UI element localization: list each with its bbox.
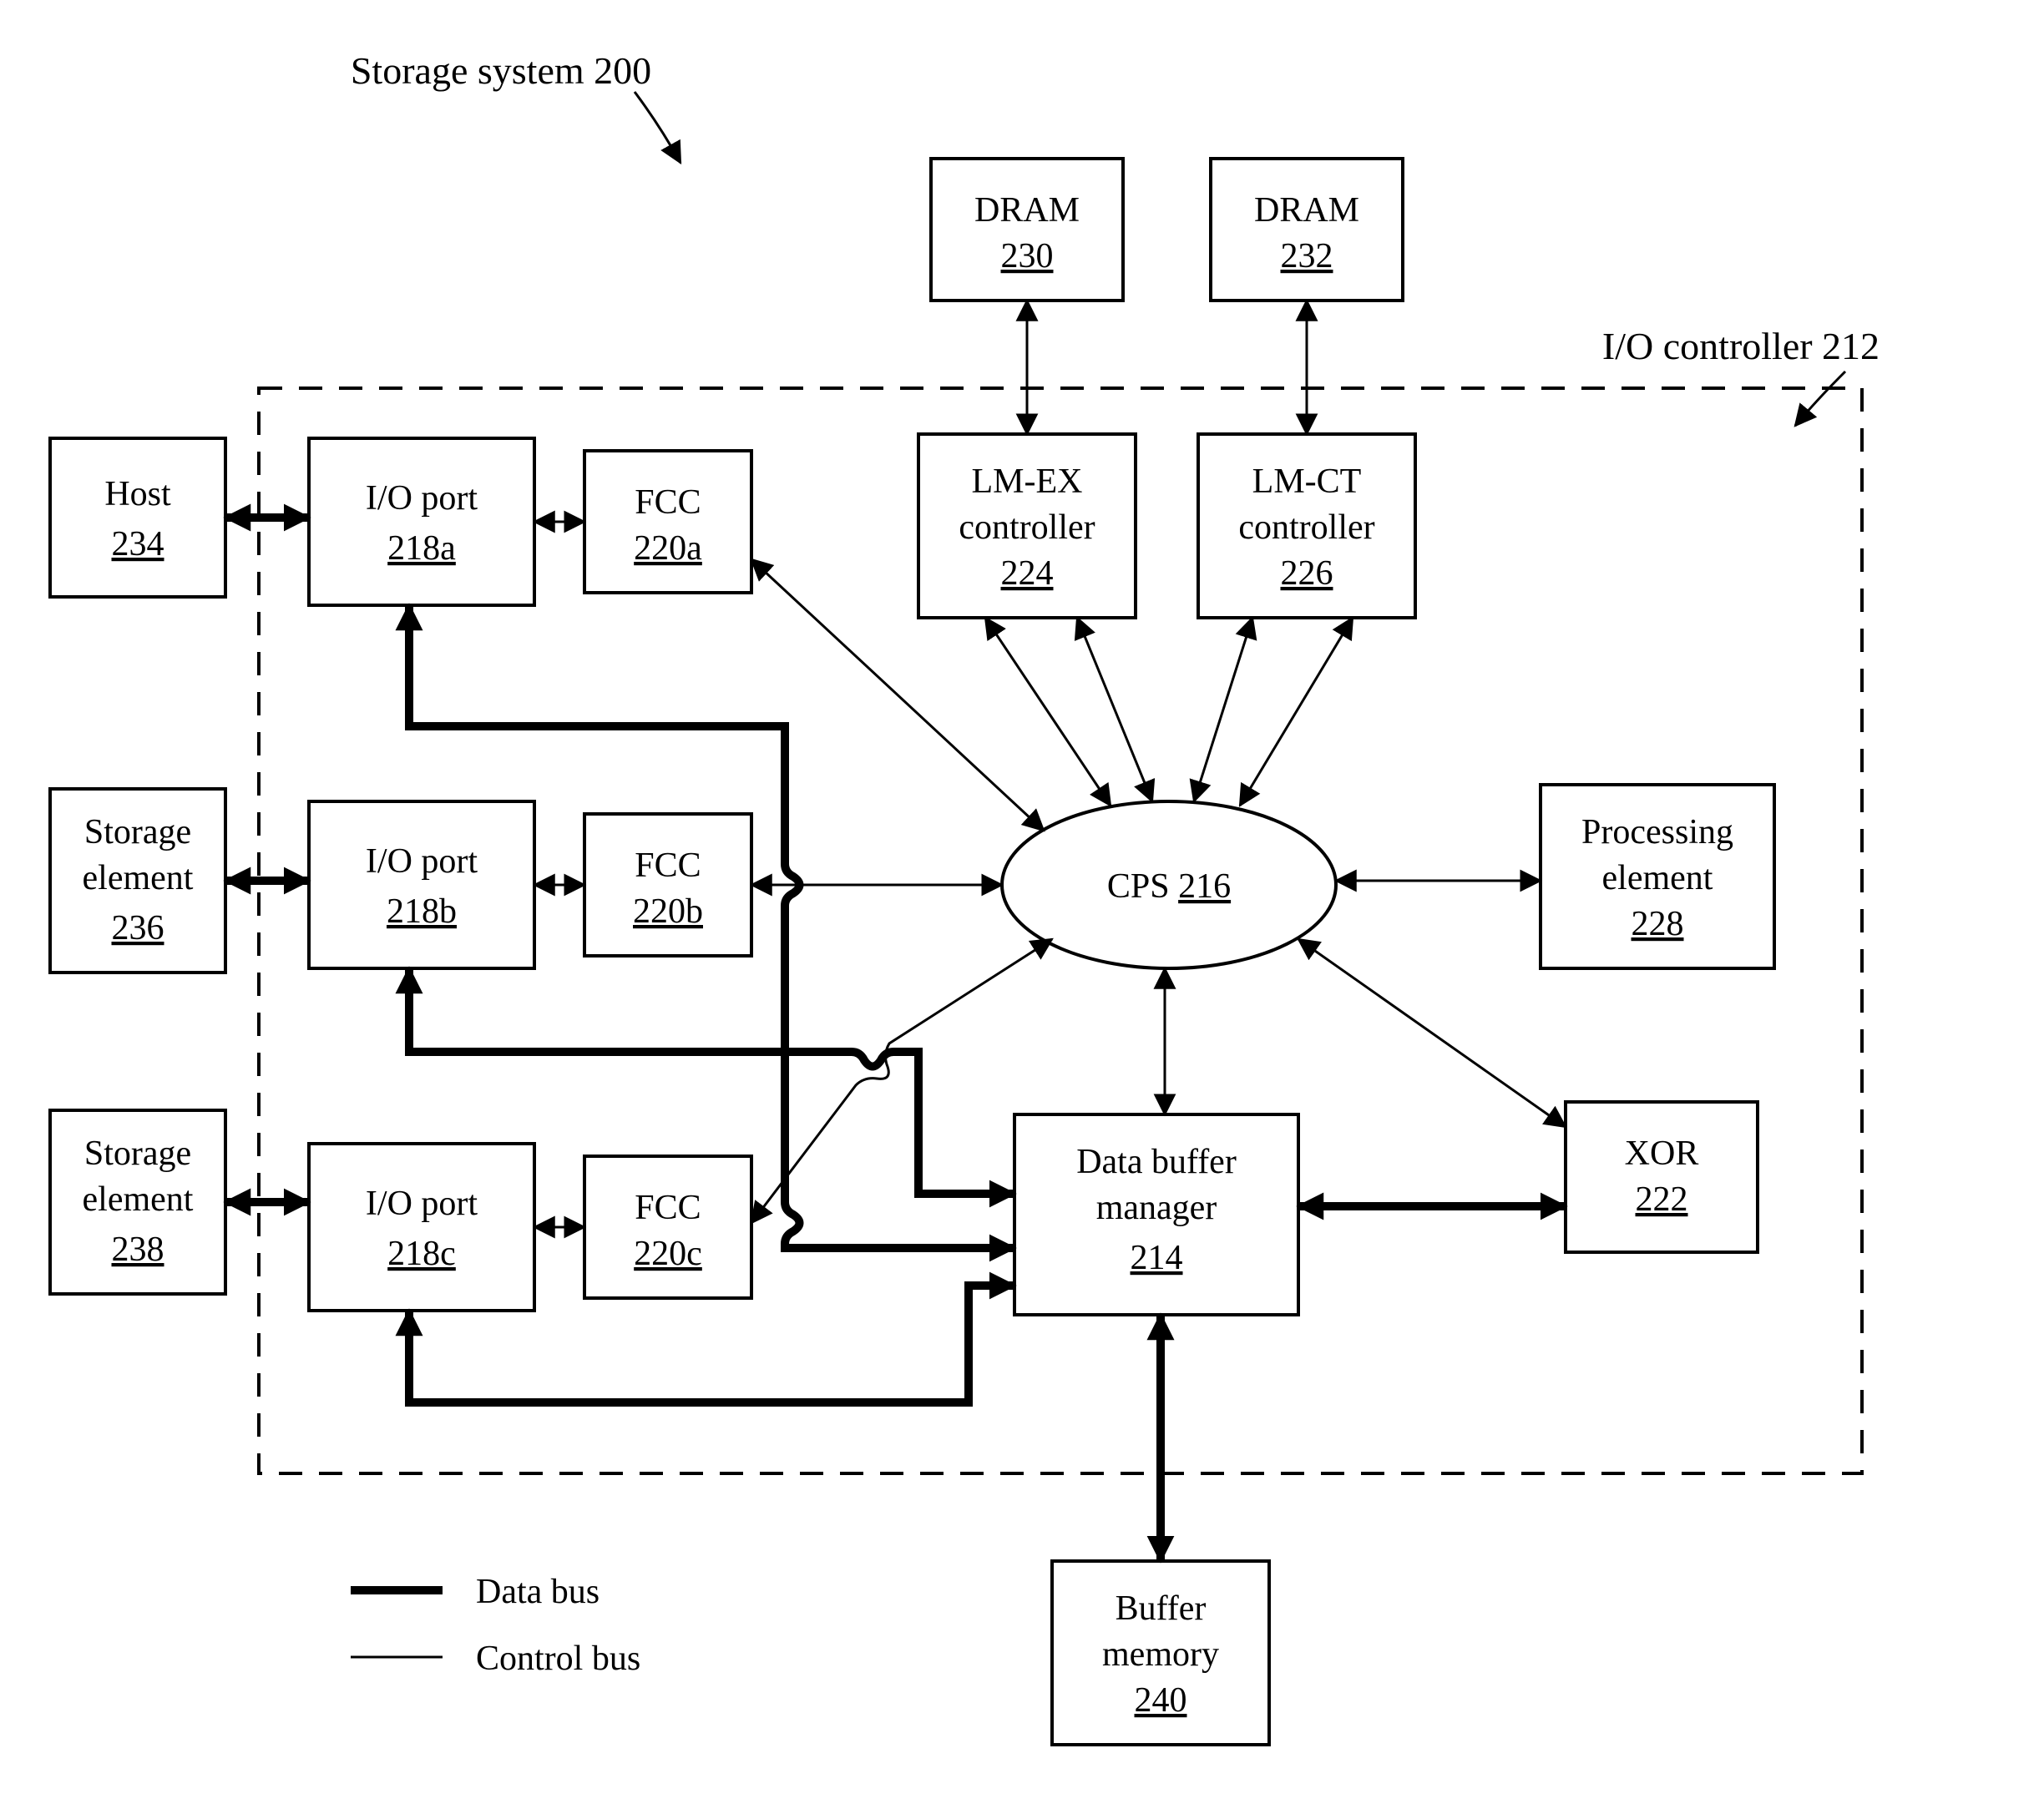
svg-text:230: 230 <box>1001 237 1054 275</box>
dram-1: DRAM 230 <box>931 159 1123 301</box>
svg-text:220c: 220c <box>634 1235 702 1273</box>
ctl-fccc-cps <box>751 939 1052 1223</box>
io-port-a: I/O port 218a <box>309 438 534 605</box>
svg-text:I/O port: I/O port <box>366 842 478 881</box>
svg-text:Processing: Processing <box>1581 813 1733 851</box>
fcc-a: FCC 220a <box>584 451 751 593</box>
svg-text:Storage: Storage <box>84 1134 191 1173</box>
cps-node: CPS 216 <box>1002 801 1336 968</box>
dram-2: DRAM 232 <box>1211 159 1403 301</box>
svg-text:240: 240 <box>1135 1681 1187 1720</box>
svg-text:manager: manager <box>1096 1189 1217 1227</box>
svg-text:XOR: XOR <box>1625 1134 1699 1173</box>
svg-text:LM-CT: LM-CT <box>1252 462 1362 501</box>
fcc-c: FCC 220c <box>584 1156 751 1298</box>
lm-ct: LM-CT controller 226 <box>1198 434 1415 618</box>
title-arrow <box>635 92 680 163</box>
io-port-c: I/O port 218c <box>309 1144 534 1311</box>
svg-text:220b: 220b <box>633 892 703 931</box>
io-port-b: I/O port 218b <box>309 801 534 968</box>
svg-text:FCC: FCC <box>635 1189 701 1227</box>
svg-text:Storage: Storage <box>84 813 191 851</box>
ctl-cps-xor <box>1298 939 1566 1127</box>
controller-label: I/O controller 212 <box>1602 325 1880 367</box>
svg-text:element: element <box>1602 859 1713 897</box>
buffer-memory: Buffer memory 240 <box>1052 1561 1269 1745</box>
storage-element-2: Storage element 238 <box>50 1110 225 1294</box>
svg-text:222: 222 <box>1636 1180 1688 1219</box>
data-buffer-manager: Data buffer manager 214 <box>1014 1114 1298 1315</box>
legend: Data bus Control bus <box>351 1573 640 1678</box>
svg-text:Data bus: Data bus <box>476 1573 600 1611</box>
svg-text:236: 236 <box>112 909 164 947</box>
svg-text:214: 214 <box>1131 1239 1183 1277</box>
svg-text:218c: 218c <box>387 1235 456 1273</box>
svg-text:226: 226 <box>1281 554 1333 593</box>
svg-text:LM-EX: LM-EX <box>972 462 1083 501</box>
svg-text:DRAM: DRAM <box>1254 191 1359 230</box>
svg-text:Data buffer: Data buffer <box>1076 1143 1237 1181</box>
svg-text:memory: memory <box>1102 1635 1219 1674</box>
ctl-lmct-cps-2 <box>1240 618 1353 806</box>
fcc-b: FCC 220b <box>584 814 751 956</box>
svg-text:element: element <box>83 859 194 897</box>
svg-text:controller: controller <box>1238 508 1374 547</box>
processing-element: Processing element 228 <box>1541 785 1774 968</box>
ctl-lmex-cps-1 <box>985 618 1111 806</box>
svg-text:224: 224 <box>1001 554 1054 593</box>
diagram: Storage system 200 I/O controller 212 Ho… <box>0 0 2044 1819</box>
svg-text:I/O port: I/O port <box>366 1185 478 1223</box>
svg-text:Buffer: Buffer <box>1116 1589 1207 1628</box>
svg-text:234: 234 <box>112 525 164 563</box>
svg-text:218b: 218b <box>387 892 457 931</box>
svg-text:I/O port: I/O port <box>366 479 478 518</box>
svg-text:228: 228 <box>1632 905 1684 943</box>
xor-block: XOR 222 <box>1566 1102 1758 1252</box>
svg-text:220a: 220a <box>634 529 702 568</box>
storage-element-1: Storage element 236 <box>50 789 225 973</box>
svg-text:element: element <box>83 1180 194 1219</box>
svg-text:controller: controller <box>959 508 1095 547</box>
svg-text:238: 238 <box>112 1230 164 1269</box>
host-block: Host 234 <box>50 438 225 597</box>
svg-text:218a: 218a <box>387 529 456 568</box>
svg-text:232: 232 <box>1281 237 1333 275</box>
svg-text:CPS 216: CPS 216 <box>1107 867 1231 906</box>
svg-text:Control bus: Control bus <box>476 1640 640 1678</box>
lm-ex: LM-EX controller 224 <box>918 434 1136 618</box>
ctl-lmct-cps-1 <box>1194 618 1252 801</box>
title-text: Storage system 200 <box>351 49 651 92</box>
controller-arrow <box>1795 371 1845 426</box>
svg-text:FCC: FCC <box>635 846 701 885</box>
svg-text:DRAM: DRAM <box>974 191 1080 230</box>
svg-text:FCC: FCC <box>635 483 701 522</box>
svg-text:Host: Host <box>104 475 171 513</box>
